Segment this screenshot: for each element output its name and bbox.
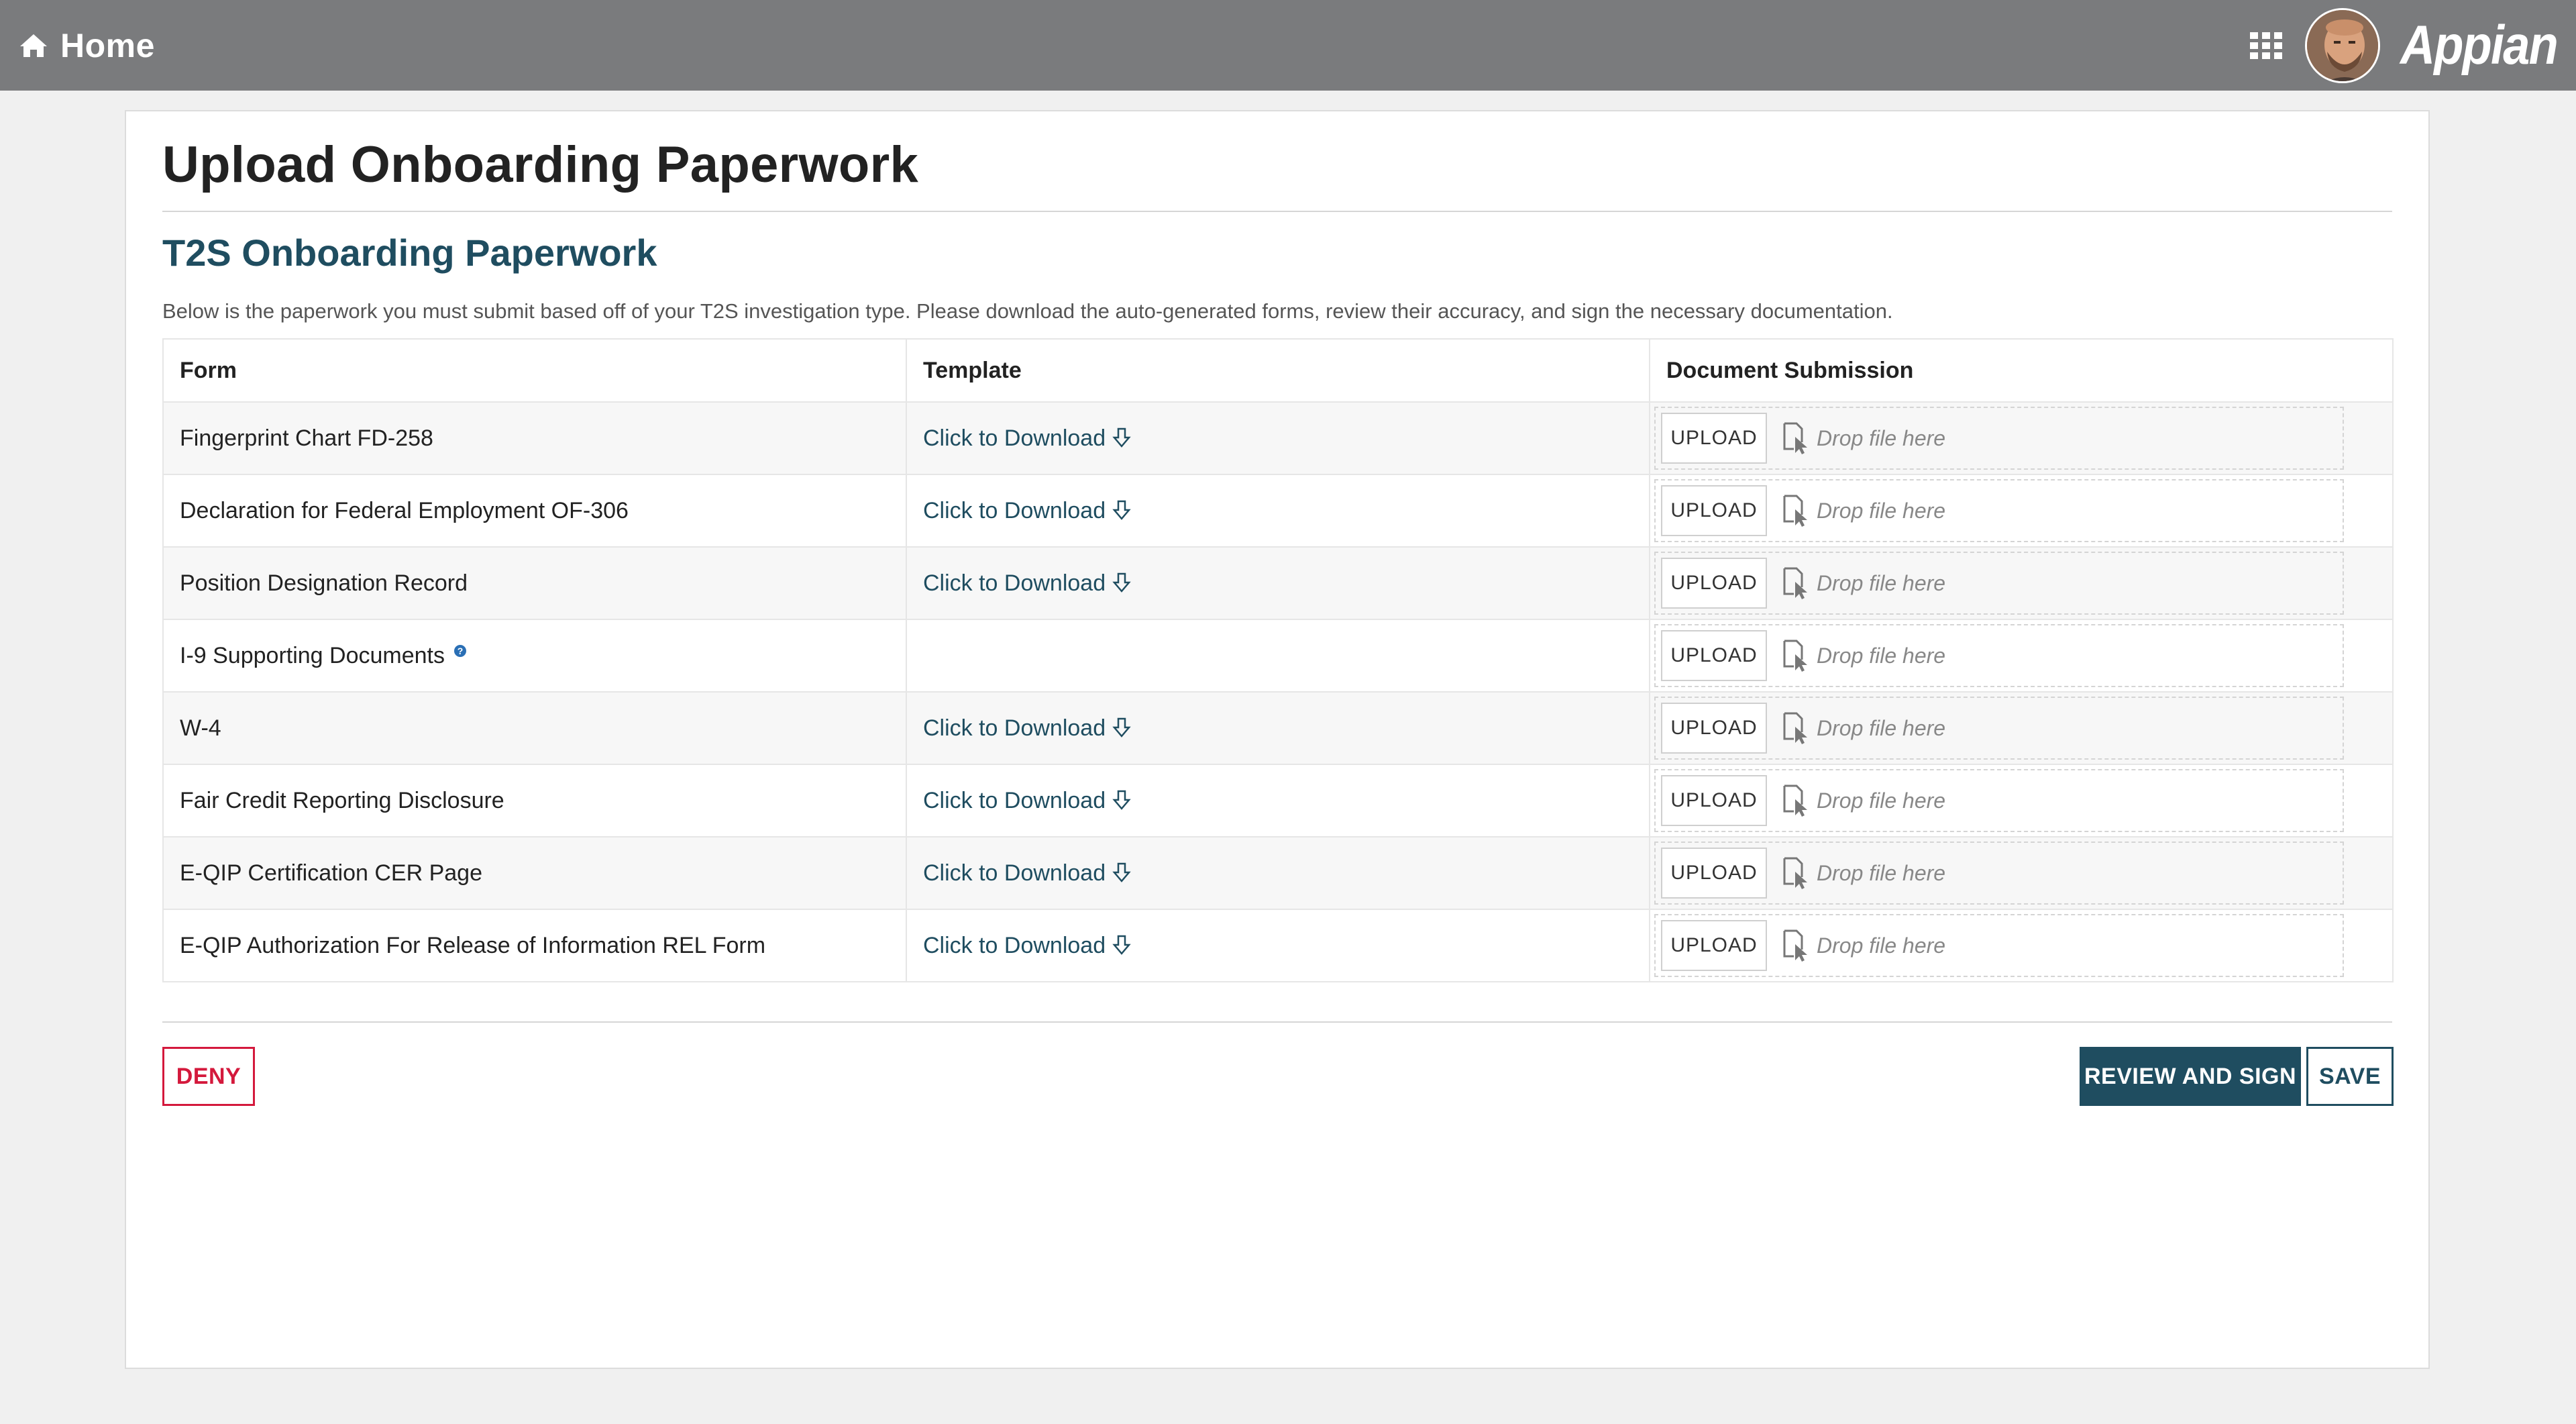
section-title: T2S Onboarding Paperwork xyxy=(162,232,657,274)
download-arrow-icon xyxy=(1112,862,1131,882)
form-name: Position Designation Record xyxy=(164,548,907,619)
upload-button[interactable]: UPLOAD xyxy=(1661,775,1767,826)
upload-button[interactable]: UPLOAD xyxy=(1661,848,1767,899)
drop-hint: Drop file here xyxy=(1817,570,1946,595)
upload-button[interactable]: UPLOAD xyxy=(1661,630,1767,681)
home-link[interactable]: Home xyxy=(19,26,155,65)
file-dropzone[interactable]: UPLOAD Drop file here xyxy=(1654,769,2344,832)
header-form: Form xyxy=(164,340,907,401)
save-button[interactable]: SAVE xyxy=(2306,1047,2394,1106)
grid-header-row: Form Template Document Submission xyxy=(164,340,2392,401)
upload-button[interactable]: UPLOAD xyxy=(1661,703,1767,754)
form-name: W-4 xyxy=(164,693,907,764)
table-row: Fair Credit Reporting Disclosure Click t… xyxy=(164,764,2392,836)
download-link[interactable]: Click to Download xyxy=(923,860,1131,886)
form-card: Upload Onboarding Paperwork T2S Onboardi… xyxy=(125,110,2430,1369)
file-dropzone[interactable]: UPLOAD Drop file here xyxy=(1654,479,2344,542)
download-link[interactable]: Click to Download xyxy=(923,425,1131,452)
table-row: Position Designation Record Click to Dow… xyxy=(164,546,2392,619)
form-name: E-QIP Authorization For Release of Infor… xyxy=(164,910,907,981)
user-avatar[interactable] xyxy=(2305,7,2381,83)
form-name: Fair Credit Reporting Disclosure xyxy=(164,765,907,836)
file-drop-icon xyxy=(1783,712,1807,744)
page-title: Upload Onboarding Paperwork xyxy=(162,136,919,193)
top-navigation-bar: Home Appian xyxy=(0,0,2576,91)
file-dropzone[interactable]: UPLOAD Drop file here xyxy=(1654,552,2344,615)
download-link[interactable]: Click to Download xyxy=(923,570,1131,597)
file-drop-icon xyxy=(1783,422,1807,454)
download-link[interactable]: Click to Download xyxy=(923,715,1131,742)
drop-hint: Drop file here xyxy=(1817,715,1946,740)
drop-hint: Drop file here xyxy=(1817,498,1946,523)
instructions-text: Below is the paperwork you must submit b… xyxy=(162,299,1893,323)
file-dropzone[interactable]: UPLOAD Drop file here xyxy=(1654,842,2344,905)
drop-hint: Drop file here xyxy=(1817,425,1946,450)
download-arrow-icon xyxy=(1112,790,1131,810)
table-row: Declaration for Federal Employment OF-30… xyxy=(164,474,2392,546)
review-and-sign-button[interactable]: REVIEW AND SIGN xyxy=(2080,1047,2301,1106)
table-row: E-QIP Authorization For Release of Infor… xyxy=(164,909,2392,981)
deny-button[interactable]: DENY xyxy=(162,1047,255,1106)
table-row: E-QIP Certification CER Page Click to Do… xyxy=(164,836,2392,909)
file-dropzone[interactable]: UPLOAD Drop file here xyxy=(1654,697,2344,760)
download-arrow-icon xyxy=(1112,500,1131,520)
header-template: Template xyxy=(907,340,1650,401)
drop-hint: Drop file here xyxy=(1817,788,1946,813)
home-label: Home xyxy=(60,26,155,64)
file-drop-icon xyxy=(1783,567,1807,599)
title-divider xyxy=(162,211,2392,212)
download-link[interactable]: Click to Download xyxy=(923,933,1131,959)
form-name: I-9 Supporting Documents xyxy=(180,642,445,668)
header-document-submission: Document Submission xyxy=(1666,357,1914,383)
file-drop-icon xyxy=(1783,929,1807,962)
table-row: Fingerprint Chart FD-258 Click to Downlo… xyxy=(164,401,2392,474)
download-arrow-icon xyxy=(1112,427,1131,448)
download-arrow-icon xyxy=(1112,572,1131,593)
paperwork-grid: Form Template Document Submission Finger… xyxy=(162,338,2394,982)
form-name: E-QIP Certification CER Page xyxy=(164,837,907,909)
download-link[interactable]: Click to Download xyxy=(923,498,1131,524)
appian-logo[interactable]: Appian xyxy=(2400,14,2559,77)
upload-button[interactable]: UPLOAD xyxy=(1661,413,1767,464)
file-drop-icon xyxy=(1783,784,1807,817)
file-dropzone[interactable]: UPLOAD Drop file here xyxy=(1654,624,2344,687)
table-row: I-9 Supporting Documents ? UPLOAD Drop f… xyxy=(164,619,2392,691)
template-empty xyxy=(907,620,1650,691)
table-row: W-4 Click to Download UPLOAD Drop file h… xyxy=(164,691,2392,764)
download-link[interactable]: Click to Download xyxy=(923,788,1131,814)
app-grid-icon[interactable] xyxy=(2246,26,2286,66)
drop-hint: Drop file here xyxy=(1817,643,1946,668)
file-dropzone[interactable]: UPLOAD Drop file here xyxy=(1654,407,2344,470)
form-name: Declaration for Federal Employment OF-30… xyxy=(164,475,907,546)
file-drop-icon xyxy=(1783,857,1807,889)
home-icon xyxy=(20,34,47,57)
file-dropzone[interactable]: UPLOAD Drop file here xyxy=(1654,914,2344,977)
form-name: Fingerprint Chart FD-258 xyxy=(164,403,907,474)
upload-button[interactable]: UPLOAD xyxy=(1661,920,1767,971)
download-arrow-icon xyxy=(1112,935,1131,955)
drop-hint: Drop file here xyxy=(1817,933,1946,958)
file-drop-icon xyxy=(1783,640,1807,672)
help-icon[interactable]: ? xyxy=(453,645,466,657)
footer-divider xyxy=(162,1021,2392,1023)
file-drop-icon xyxy=(1783,495,1807,527)
download-arrow-icon xyxy=(1112,717,1131,738)
drop-hint: Drop file here xyxy=(1817,860,1946,885)
upload-button[interactable]: UPLOAD xyxy=(1661,485,1767,536)
upload-button[interactable]: UPLOAD xyxy=(1661,558,1767,609)
